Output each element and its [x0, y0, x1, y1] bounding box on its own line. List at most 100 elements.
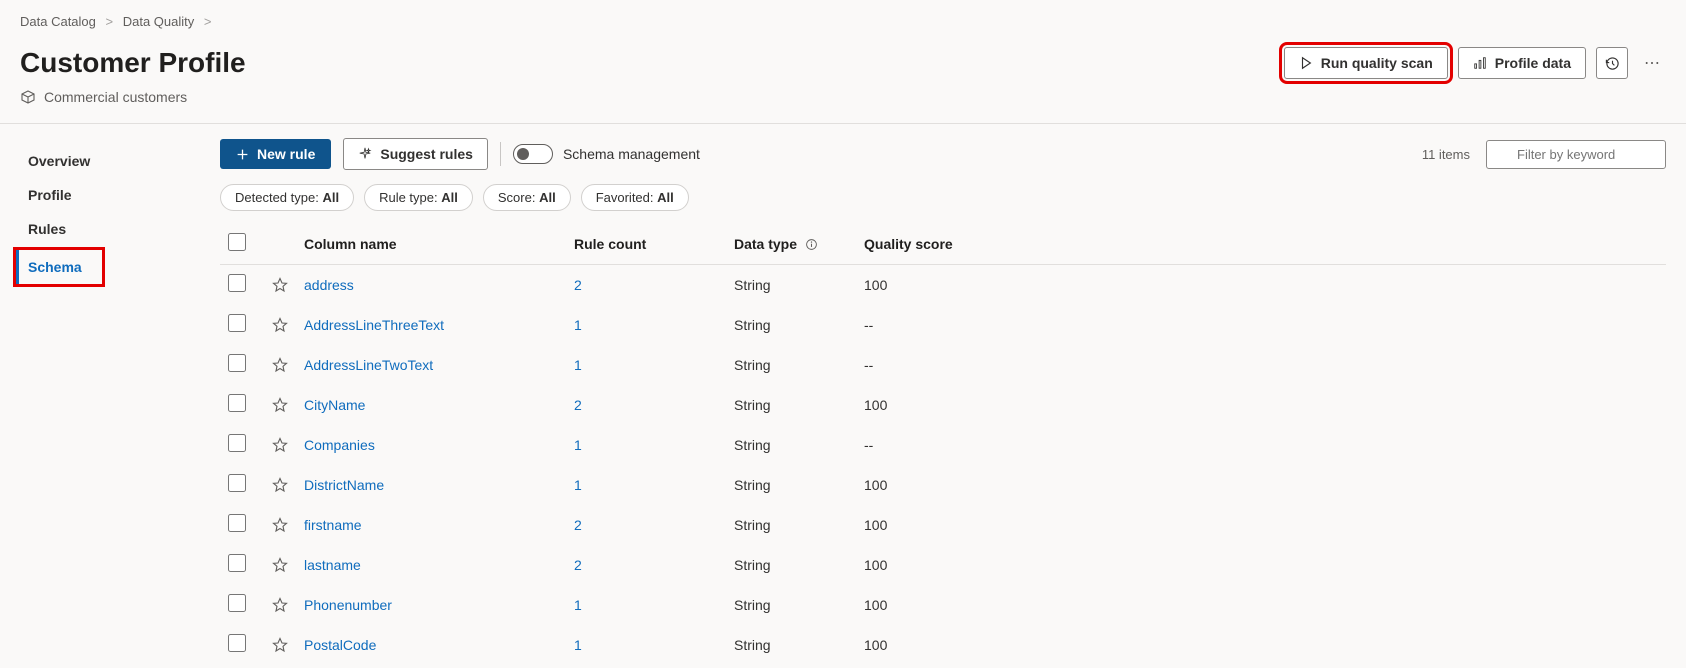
- rule-count-link[interactable]: 1: [574, 597, 582, 613]
- filter-input[interactable]: [1486, 140, 1666, 169]
- schema-table: Column name Rule count Data type Quality…: [220, 223, 1666, 665]
- favorite-star-icon[interactable]: [272, 597, 288, 613]
- header-star-cell: [264, 223, 296, 265]
- new-rule-label: New rule: [257, 146, 315, 162]
- row-checkbox[interactable]: [228, 314, 246, 332]
- rule-count-link[interactable]: 2: [574, 277, 582, 293]
- pill-value: All: [441, 190, 458, 205]
- row-checkbox[interactable]: [228, 394, 246, 412]
- table-row: Companies1String--: [220, 425, 1666, 465]
- row-checkbox[interactable]: [228, 554, 246, 572]
- breadcrumb-separator: >: [198, 14, 218, 29]
- column-name-link[interactable]: PostalCode: [304, 637, 376, 653]
- plus-icon: [236, 148, 249, 161]
- data-type-label: Data type: [734, 236, 797, 252]
- favorite-star-icon[interactable]: [272, 517, 288, 533]
- rule-count-link[interactable]: 1: [574, 477, 582, 493]
- favorite-star-icon[interactable]: [272, 397, 288, 413]
- sidebar-item-schema[interactable]: Schema: [16, 250, 94, 284]
- favorite-star-icon[interactable]: [272, 357, 288, 373]
- schema-management-toggle[interactable]: [513, 144, 553, 164]
- rule-count-link[interactable]: 1: [574, 357, 582, 373]
- sidebar-item-rules[interactable]: Rules: [16, 212, 220, 246]
- column-name-link[interactable]: DistrictName: [304, 477, 384, 493]
- breadcrumb-link-0[interactable]: Data Catalog: [20, 14, 96, 29]
- pill-detected-type[interactable]: Detected type: All: [220, 184, 354, 211]
- info-icon[interactable]: [805, 238, 818, 251]
- column-name-link[interactable]: firstname: [304, 517, 362, 533]
- run-quality-scan-button[interactable]: Run quality scan: [1284, 47, 1448, 79]
- header-actions: Run quality scan Profile data ⋯: [1284, 47, 1666, 79]
- data-type-cell: String: [726, 585, 856, 625]
- favorite-star-icon[interactable]: [272, 437, 288, 453]
- new-rule-button[interactable]: New rule: [220, 139, 331, 169]
- column-name-link[interactable]: address: [304, 277, 354, 293]
- table-row: Phonenumber1String100: [220, 585, 1666, 625]
- column-name-link[interactable]: CityName: [304, 397, 365, 413]
- pill-favorited[interactable]: Favorited: All: [581, 184, 689, 211]
- sparkle-icon: [358, 147, 372, 161]
- sidebar: Overview Profile Rules Schema: [0, 138, 220, 665]
- toolbar-separator: [500, 142, 501, 166]
- row-checkbox[interactable]: [228, 474, 246, 492]
- page-title: Customer Profile: [20, 47, 246, 79]
- header-quality-score[interactable]: Quality score: [856, 223, 1666, 265]
- data-type-cell: String: [726, 265, 856, 305]
- quality-score-cell: 100: [856, 545, 1666, 585]
- row-checkbox[interactable]: [228, 594, 246, 612]
- sidebar-item-profile[interactable]: Profile: [16, 178, 220, 212]
- table-row: PostalCode1String100: [220, 625, 1666, 665]
- row-checkbox[interactable]: [228, 274, 246, 292]
- play-icon: [1299, 56, 1313, 70]
- sidebar-item-overview[interactable]: Overview: [16, 144, 220, 178]
- header-data-type[interactable]: Data type: [726, 223, 856, 265]
- header-rule-count[interactable]: Rule count: [566, 223, 726, 265]
- quality-score-cell: 100: [856, 625, 1666, 665]
- column-name-link[interactable]: Phonenumber: [304, 597, 392, 613]
- rule-count-link[interactable]: 2: [574, 397, 582, 413]
- favorite-star-icon[interactable]: [272, 637, 288, 653]
- column-name-link[interactable]: AddressLineThreeText: [304, 317, 444, 333]
- history-icon: [1605, 56, 1620, 71]
- select-all-checkbox[interactable]: [228, 233, 246, 251]
- profile-data-button[interactable]: Profile data: [1458, 47, 1586, 79]
- rule-count-link[interactable]: 1: [574, 317, 582, 333]
- favorite-star-icon[interactable]: [272, 477, 288, 493]
- rule-count-link[interactable]: 2: [574, 557, 582, 573]
- table-row: lastname 2 String100: [220, 545, 1666, 585]
- pill-label: Score:: [498, 190, 536, 205]
- package-icon: [20, 89, 36, 105]
- data-type-cell: String: [726, 465, 856, 505]
- column-name-link[interactable]: Companies: [304, 437, 375, 453]
- favorite-star-icon[interactable]: [272, 277, 288, 293]
- row-checkbox[interactable]: [228, 514, 246, 532]
- row-checkbox[interactable]: [228, 634, 246, 652]
- rule-count-link[interactable]: 1: [574, 437, 582, 453]
- more-actions-button[interactable]: ⋯: [1638, 47, 1666, 79]
- row-checkbox[interactable]: [228, 434, 246, 452]
- pill-label: Detected type:: [235, 190, 319, 205]
- breadcrumb-link-1[interactable]: Data Quality: [123, 14, 195, 29]
- rule-count-link[interactable]: 2: [574, 517, 582, 533]
- rule-count-link[interactable]: 1: [574, 637, 582, 653]
- item-count: 11 items: [1422, 147, 1470, 162]
- data-type-cell: String: [726, 505, 856, 545]
- suggest-rules-button[interactable]: Suggest rules: [343, 138, 488, 170]
- column-name-link[interactable]: AddressLineTwoText: [304, 357, 433, 373]
- pill-value: All: [657, 190, 674, 205]
- history-button[interactable]: [1596, 47, 1628, 79]
- data-type-cell: String: [726, 545, 856, 585]
- row-checkbox[interactable]: [228, 354, 246, 372]
- favorite-star-icon[interactable]: [272, 557, 288, 573]
- quality-score-cell: --: [856, 425, 1666, 465]
- column-name-link[interactable]: lastname: [304, 557, 361, 573]
- toolbar: New rule Suggest rules Schema management: [220, 138, 1666, 184]
- favorite-star-icon[interactable]: [272, 317, 288, 333]
- pill-score[interactable]: Score: All: [483, 184, 571, 211]
- table-row: AddressLineThreeText1String--: [220, 305, 1666, 345]
- pill-label: Favorited:: [596, 190, 654, 205]
- header-column-name[interactable]: Column name: [296, 223, 566, 265]
- subtitle-text: Commercial customers: [44, 89, 187, 105]
- pill-rule-type[interactable]: Rule type: All: [364, 184, 473, 211]
- quality-score-cell: 100: [856, 385, 1666, 425]
